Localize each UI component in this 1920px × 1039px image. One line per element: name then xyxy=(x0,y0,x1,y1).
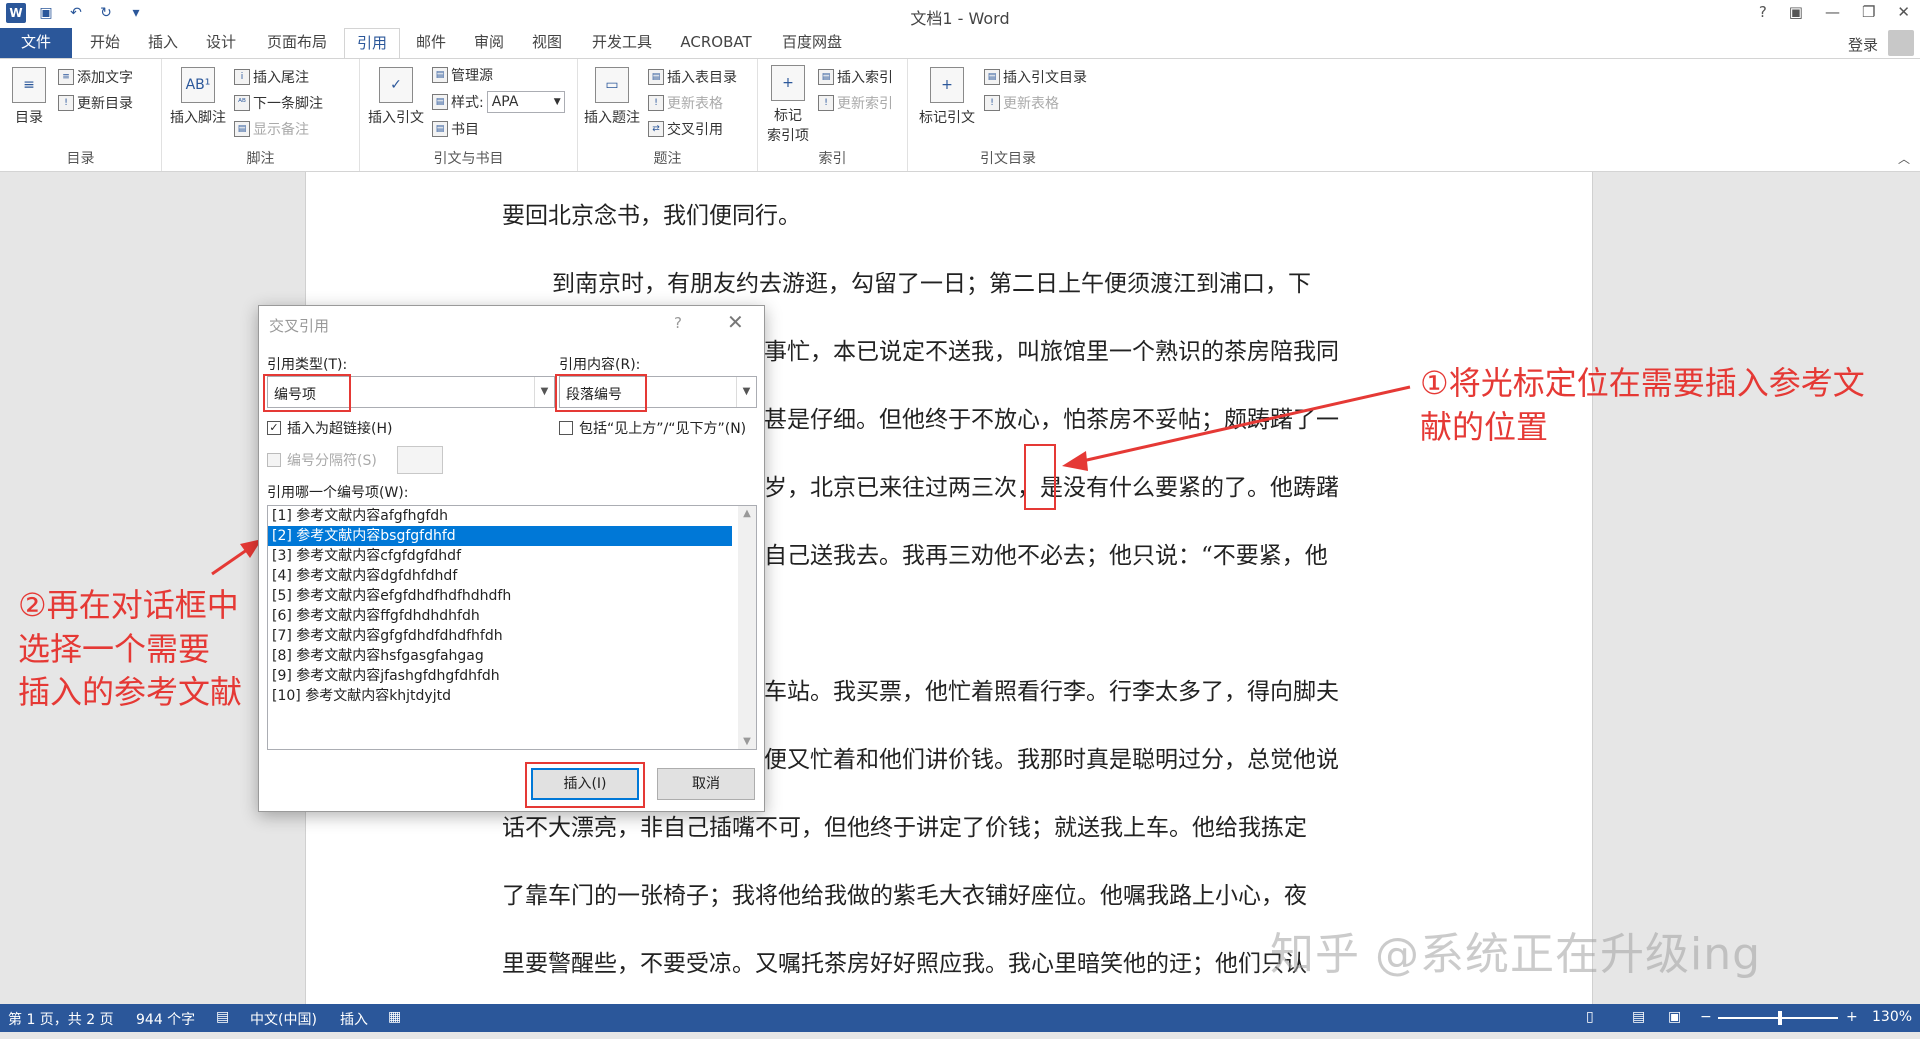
numbered-items-list[interactable]: [1] 参考文献内容afgfhgfdh [2] 参考文献内容bsgfgfdhfd… xyxy=(267,505,757,750)
hyperlink-checkbox[interactable]: ✓ 插入为超链接(H) xyxy=(267,418,392,438)
above-below-label: 包括“见上方”/“见下方”(N) xyxy=(579,421,747,437)
annotation-step2-line2: 选择一个需要 xyxy=(18,629,211,668)
highlight-ref-content xyxy=(555,374,647,412)
proofing-icon[interactable]: ▤ xyxy=(216,1009,229,1025)
annotation-step2: ②再在对话框中 选择一个需要 插入的参考文献 xyxy=(18,584,242,715)
separator-input xyxy=(397,446,443,474)
watermark: 知乎 @系统正在升级ing xyxy=(1270,929,1762,980)
unchecked-box-icon xyxy=(559,421,573,435)
highlight-insert-button xyxy=(525,762,645,808)
cancel-button[interactable]: 取消 xyxy=(657,768,755,800)
print-layout-icon[interactable]: ▤ xyxy=(1632,1009,1645,1025)
separator-label: 编号分隔符(S) xyxy=(287,453,377,469)
zoom-level[interactable]: 130% xyxy=(1872,1009,1912,1025)
insert-mode[interactable]: 插入 xyxy=(340,1009,368,1029)
page-count[interactable]: 第 1 页，共 2 页 xyxy=(8,1009,114,1029)
ref-content-label: 引用内容(R): xyxy=(559,357,641,373)
separator-checkbox: 编号分隔符(S) xyxy=(267,450,377,470)
macro-icon[interactable]: ▦ xyxy=(388,1009,401,1025)
zoom-slider-thumb[interactable] xyxy=(1778,1011,1782,1025)
list-item[interactable]: [3] 参考文献内容cfgfdgfdhdf xyxy=(268,546,732,566)
above-below-checkbox[interactable]: 包括“见上方”/“见下方”(N) xyxy=(559,418,746,438)
list-item[interactable]: [1] 参考文献内容afgfhgfdh xyxy=(268,506,732,526)
checkmark-icon: ✓ xyxy=(267,421,281,435)
list-item[interactable]: [7] 参考文献内容gfgfdhdfdhdfhfdh xyxy=(268,626,732,646)
list-item[interactable]: [8] 参考文献内容hsfgasgfahgag xyxy=(268,646,732,666)
word-count[interactable]: 944 个字 xyxy=(136,1009,195,1029)
annotation-step1-line1: ①将光标定位在需要插入参考文 xyxy=(1420,364,1865,402)
ref-type-label: 引用类型(T): xyxy=(267,357,348,373)
annotation-step1: ①将光标定位在需要插入参考文 献的位置 xyxy=(1420,362,1865,449)
annotation-step2-line3: 插入的参考文献 xyxy=(18,673,243,712)
cross-reference-dialog: 交叉引用 ? ✕ 引用类型(T): 编号项 ▼ 引用内容(R): 段落编号 ▼ … xyxy=(258,305,765,812)
highlight-ref-type xyxy=(263,374,351,412)
web-layout-icon[interactable]: ▣ xyxy=(1668,1009,1681,1025)
list-item[interactable]: [6] 参考文献内容ffgfdhdhdhfdh xyxy=(268,606,732,626)
language[interactable]: 中文(中国) xyxy=(250,1009,317,1029)
dialog-help-icon[interactable]: ? xyxy=(674,314,682,332)
annotation-step2-line1: ②再在对话框中 xyxy=(18,586,239,624)
list-item[interactable]: [9] 参考文献内容jfashgfdhgfdhfdh xyxy=(268,666,732,686)
list-item-selected[interactable]: [2] 参考文献内容bsgfgfdhfd xyxy=(268,526,732,546)
list-item[interactable]: [4] 参考文献内容dgfdhfdhdf xyxy=(268,566,732,586)
list-item[interactable]: [5] 参考文献内容efgfdhdfhdfhdhdfh xyxy=(268,586,732,606)
list-scrollbar[interactable]: ▲ ▼ xyxy=(738,506,756,749)
annotation-step1-line2: 献的位置 xyxy=(1420,407,1549,446)
hyperlink-label: 插入为超链接(H) xyxy=(287,421,393,437)
zoom-out-icon[interactable]: − xyxy=(1700,1009,1712,1025)
status-bar: 第 1 页，共 2 页 944 个字 ▤ 中文(中国) 插入 ▦ ▯ ▤ ▣ −… xyxy=(0,1004,1920,1032)
dialog-close-icon[interactable]: ✕ xyxy=(727,310,744,334)
chevron-down-icon: ▼ xyxy=(736,377,756,407)
taskbar-edge xyxy=(0,1032,1920,1039)
scroll-down-icon[interactable]: ▼ xyxy=(738,736,756,747)
zoom-in-icon[interactable]: + xyxy=(1846,1009,1858,1025)
list-item[interactable]: [10] 参考文献内容khjtdyjtd xyxy=(268,686,732,706)
read-mode-icon[interactable]: ▯ xyxy=(1586,1009,1594,1025)
scroll-up-icon[interactable]: ▲ xyxy=(738,508,756,519)
chevron-down-icon: ▼ xyxy=(534,377,554,407)
list-label: 引用哪一个编号项(W): xyxy=(267,485,409,501)
unchecked-box-icon xyxy=(267,453,281,467)
dialog-title: 交叉引用 xyxy=(269,317,330,335)
